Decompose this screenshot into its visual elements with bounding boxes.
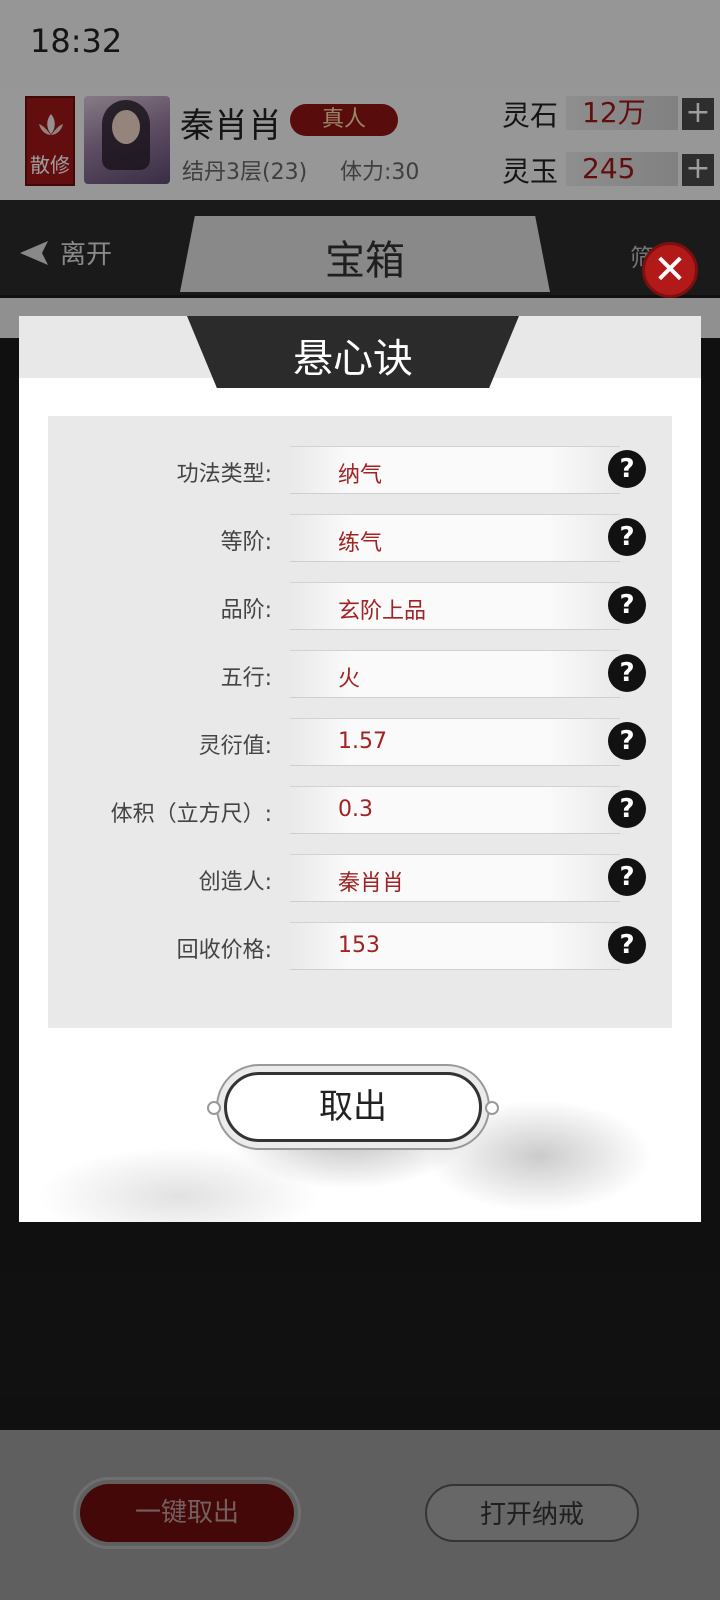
help-icon[interactable]: ?: [608, 450, 646, 488]
info-row-creator: 创造人: 秦肖肖 ?: [48, 854, 672, 902]
info-value: 秦肖肖: [338, 871, 405, 896]
help-icon[interactable]: ?: [608, 858, 646, 896]
info-label: 品阶:: [220, 598, 272, 623]
info-value: 练气: [338, 531, 383, 556]
help-icon[interactable]: ?: [608, 926, 646, 964]
info-label: 等阶:: [220, 530, 272, 555]
info-label: 灵衍值:: [198, 734, 272, 759]
close-dialog-button[interactable]: ✕: [642, 242, 698, 298]
info-label: 五行:: [220, 666, 272, 691]
info-value: 纳气: [338, 463, 383, 488]
help-icon[interactable]: ?: [608, 518, 646, 556]
info-value: 玄阶上品: [338, 599, 427, 624]
help-icon[interactable]: ?: [608, 722, 646, 760]
button-ornament-left: [207, 1101, 221, 1115]
info-row-grade: 等阶: 练气 ?: [48, 514, 672, 562]
info-value: 火: [338, 667, 361, 692]
info-row-recycle-price: 回收价格: 153 ?: [48, 922, 672, 970]
info-row-technique-type: 功法类型: 纳气 ?: [48, 446, 672, 494]
button-ornament-right: [485, 1101, 499, 1115]
help-icon[interactable]: ?: [608, 586, 646, 624]
info-label: 功法类型:: [176, 462, 272, 487]
item-detail-dialog: 悬心诀 功法类型: 纳气 ? 等阶: 练气 ? 品阶: 玄阶上品 ? 五行: 火…: [19, 316, 701, 1222]
take-out-label: 取出: [319, 1087, 387, 1127]
dialog-title-tab: 悬心诀: [187, 316, 519, 388]
info-label: 体积（立方尺）:: [110, 802, 272, 827]
take-out-button[interactable]: 取出: [207, 1072, 499, 1142]
info-row-spirit-value: 灵衍值: 1.57 ?: [48, 718, 672, 766]
info-value: 0.3: [338, 797, 373, 822]
info-row-rank: 品阶: 玄阶上品 ?: [48, 582, 672, 630]
help-icon[interactable]: ?: [608, 654, 646, 692]
info-row-volume: 体积（立方尺）: 0.3 ?: [48, 786, 672, 834]
info-row-element: 五行: 火 ?: [48, 650, 672, 698]
info-value: 1.57: [338, 729, 387, 754]
dialog-title: 悬心诀: [293, 336, 413, 382]
info-value: 153: [338, 933, 380, 958]
help-icon[interactable]: ?: [608, 790, 646, 828]
info-label: 回收价格:: [176, 938, 272, 963]
info-label: 创造人:: [198, 870, 272, 895]
info-panel: 功法类型: 纳气 ? 等阶: 练气 ? 品阶: 玄阶上品 ? 五行: 火 ? 灵…: [48, 416, 672, 1028]
